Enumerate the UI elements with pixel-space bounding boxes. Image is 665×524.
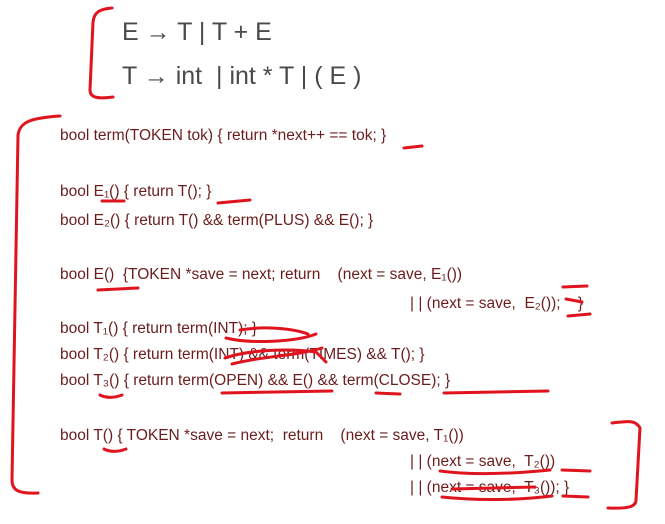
t-call-underline [216,198,252,205]
ink-annotations [10,6,642,510]
term-open-underline [220,389,334,395]
t3-name-underline [98,393,124,399]
t1-term-underline [224,332,318,343]
t1-term-underline-2 [238,326,310,336]
right-bracket [606,420,642,510]
t2-call-underline [560,468,592,473]
e-call-underline [374,391,402,396]
plus-underline [402,144,424,150]
e-underline [96,286,140,292]
term-close-underline [442,389,550,395]
next-save-underline-3 [450,485,537,491]
next-save-underline-1 [438,468,552,476]
code-bracket [10,114,62,495]
grammar-bracket [88,6,115,100]
next-save-underline-2 [440,494,554,502]
e2-call-mark [564,297,592,318]
t3-call-underline [561,494,590,499]
e1-call-underline [561,284,589,289]
t-underline [102,447,128,453]
